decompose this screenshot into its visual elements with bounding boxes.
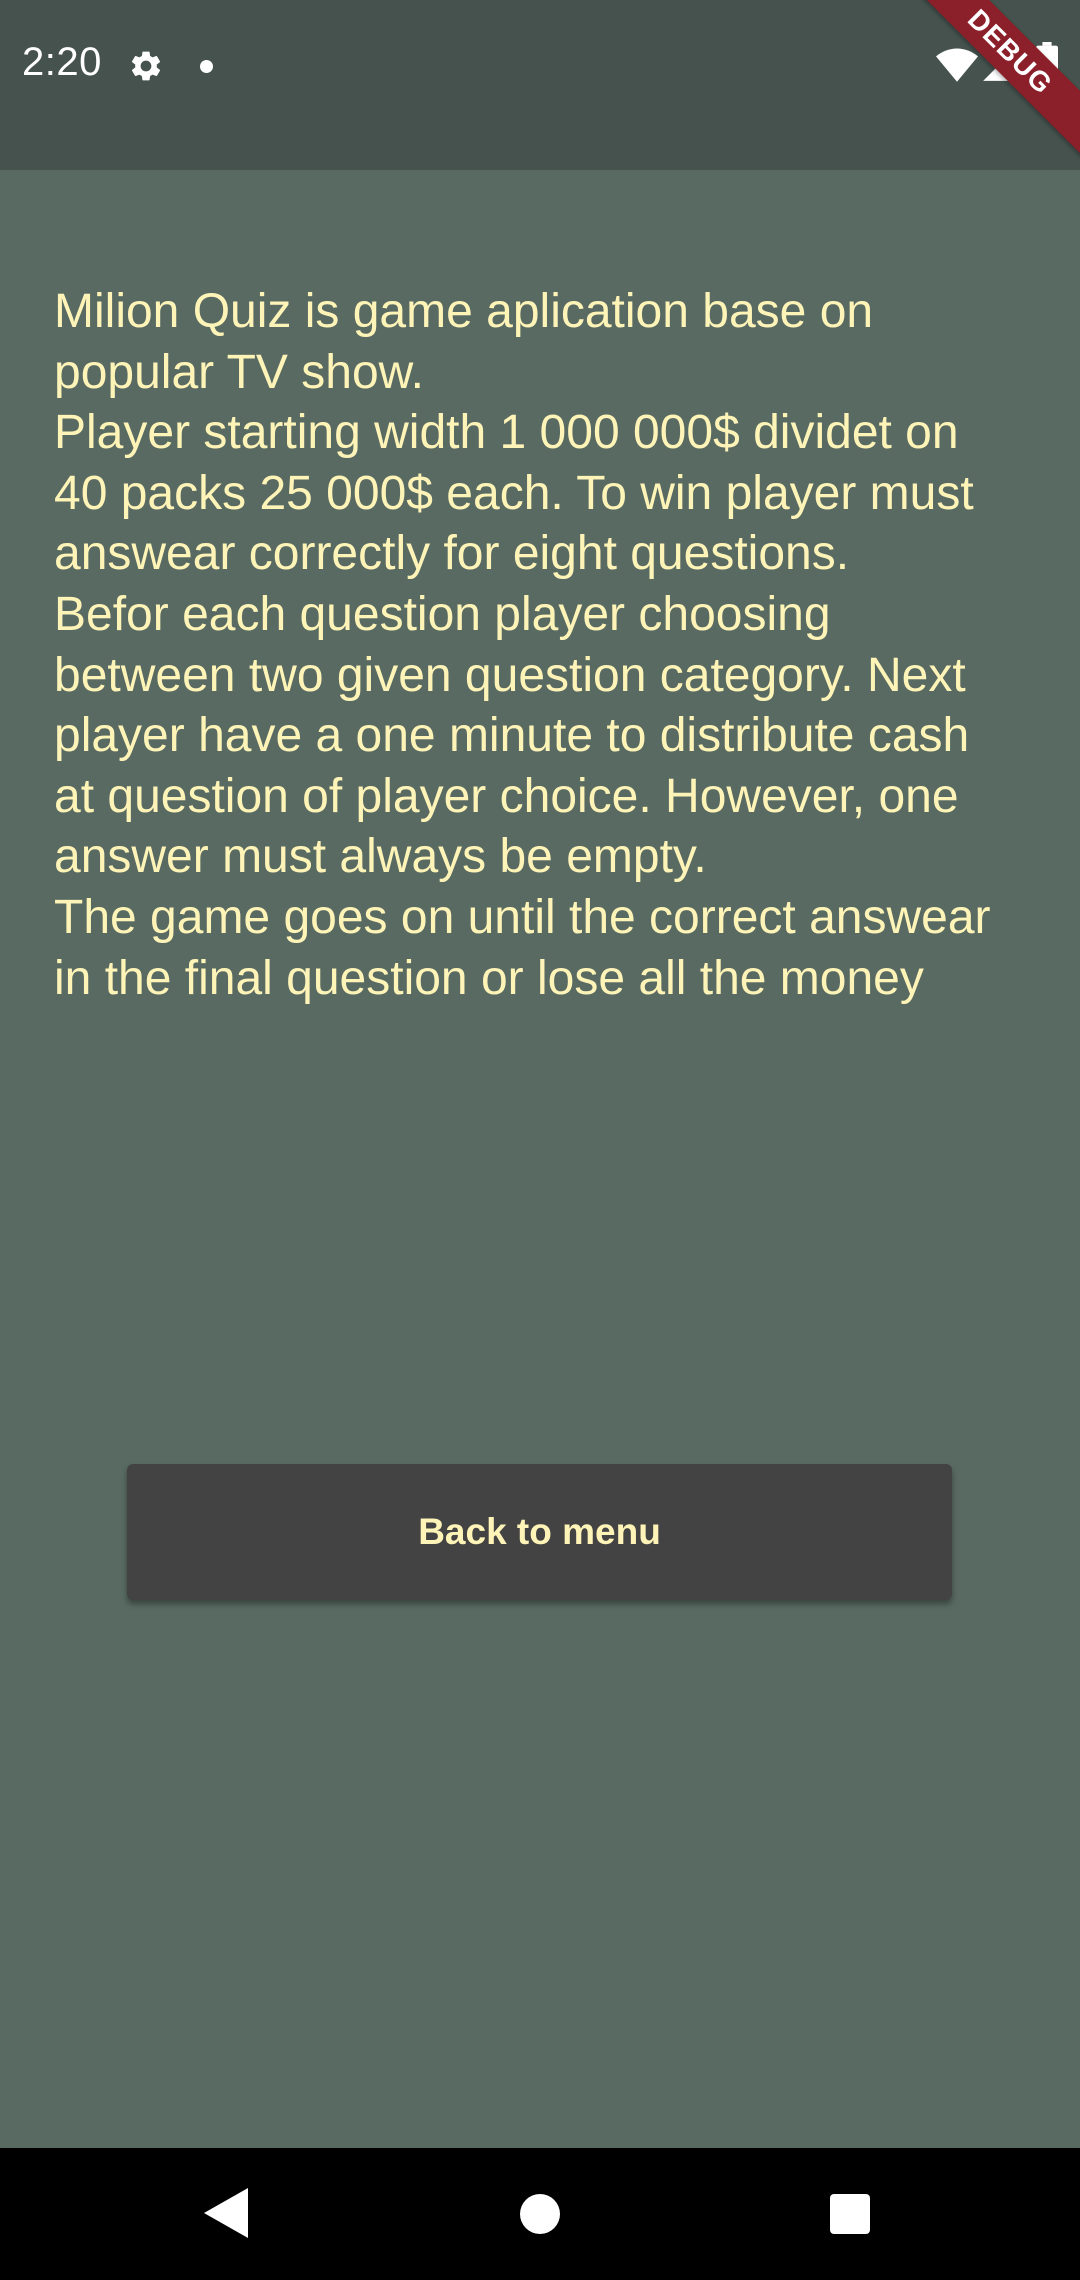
description-paragraph: Player starting width 1 000 000$ dividet… xyxy=(54,406,974,581)
description-paragraph: Milion Quiz is game aplication base on p… xyxy=(54,285,874,399)
navigation-bar xyxy=(0,2148,1080,2280)
home-icon[interactable] xyxy=(520,2194,560,2234)
screen: 2:20 DEBUG Milion Quiz is game aplicatio… xyxy=(0,0,1080,2280)
game-description: Milion Quiz is game aplication base on p… xyxy=(54,282,1014,1009)
back-icon[interactable] xyxy=(204,2188,248,2238)
gear-icon xyxy=(131,51,161,81)
description-paragraph: Befor each question player choosing betw… xyxy=(54,587,970,884)
back-to-menu-button[interactable]: Back to menu xyxy=(127,1464,952,1600)
status-bar: 2:20 DEBUG xyxy=(0,0,1080,170)
status-time: 2:20 xyxy=(22,40,102,84)
description-paragraph: The game goes on until the correct answe… xyxy=(54,890,991,1005)
wifi-icon xyxy=(936,48,978,82)
notification-dot-icon xyxy=(200,60,213,73)
recents-icon[interactable] xyxy=(830,2194,870,2234)
